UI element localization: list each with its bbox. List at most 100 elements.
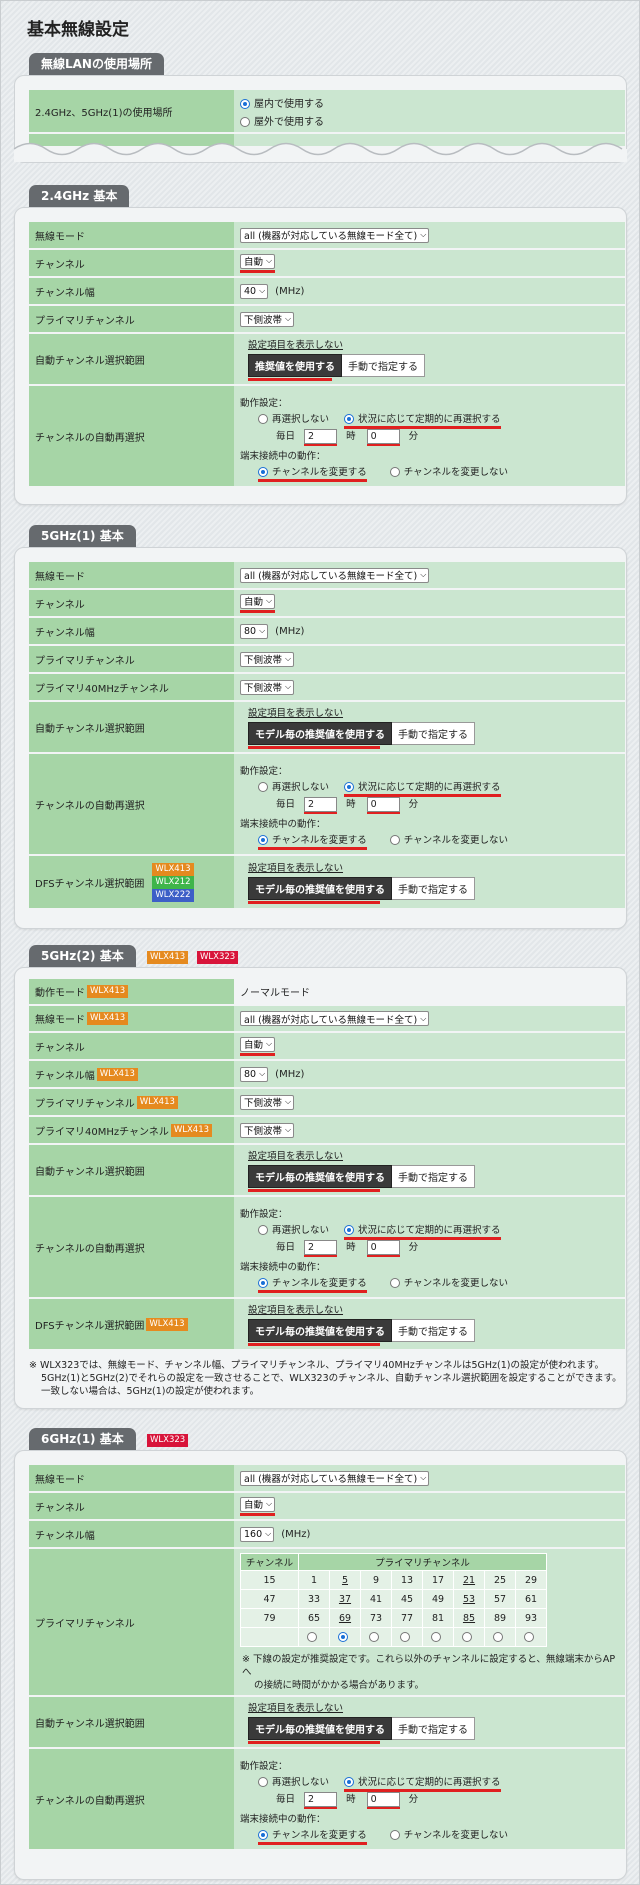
chevron-down-icon: ⌵ <box>266 1499 273 1508</box>
sec24-section: 無線モード all (機器が対応している無線モード全て) ⌵ チャンネル 自動 ⌵ … <box>14 207 627 505</box>
sec5b-primary40-select[interactable]: 下側波帯 ⌵ <box>240 1122 295 1138</box>
indoor-radio[interactable] <box>240 98 250 109</box>
sec24-channel-select[interactable]: 自動 ⌵ <box>240 253 276 269</box>
primary-radio-8[interactable] <box>524 1632 534 1642</box>
sec6-width-label: チャンネル幅 <box>29 1521 234 1547</box>
sec5a-hide-link[interactable]: 設定項目を表示しない <box>248 705 343 719</box>
chevron-down-icon: ⌵ <box>259 626 266 635</box>
sec5b-tab-badge-wlx413: WLX413 <box>147 951 189 964</box>
sec6-channel-select[interactable]: 自動 ⌵ <box>240 1496 276 1512</box>
sec5a-dfs-manual-button[interactable]: 手動で指定する <box>392 877 475 900</box>
primary-radio-1[interactable] <box>307 1632 317 1642</box>
sec5a-manual-button[interactable]: 手動で指定する <box>392 722 475 745</box>
sec5a-primary40-label: プライマリ40MHzチャンネル <box>29 674 234 700</box>
sec5a-dfs-model-recommended-button[interactable]: モデル毎の推奨値を使用する <box>248 877 392 900</box>
sec5b-periodic-radio[interactable] <box>344 1225 355 1235</box>
sec5b-dfs-model-recommended-button[interactable]: モデル毎の推奨値を使用する <box>248 1319 392 1342</box>
sec6-reselect-label: チャンネルの自動再選択 <box>29 1749 234 1849</box>
sec5a-width-select[interactable]: 80 ⌵ <box>240 623 269 639</box>
sec5b-section: 動作モード WLX413 ノーマルモード 無線モード WLX413 all (機器が… <box>14 967 627 1409</box>
sec5b-tab: 5GHz(2) 基本 <box>29 945 136 967</box>
sec5a-range-label: 自動チャンネル選択範囲 <box>29 702 234 752</box>
sec24-channel-label: チャンネル <box>29 250 234 276</box>
sec5a-no-reselect-radio[interactable] <box>258 782 268 792</box>
sec5a-primary-label: プライマリチャンネル <box>29 646 234 672</box>
sec6-manual-button[interactable]: 手動で指定する <box>392 1717 475 1740</box>
sec5b-hide-link[interactable]: 設定項目を表示しない <box>248 1148 343 1162</box>
sec5a-channel-select[interactable]: 自動 ⌵ <box>240 593 276 609</box>
sec5b-manual-button[interactable]: 手動で指定する <box>392 1165 475 1188</box>
sec24-hour-input[interactable]: 2 <box>304 428 338 444</box>
outdoor-radio[interactable] <box>240 116 250 127</box>
primary-radio-2[interactable] <box>338 1632 348 1642</box>
sec24-recommended-button[interactable]: 推奨値を使用する <box>248 354 342 377</box>
sec6-hide-link[interactable]: 設定項目を表示しない <box>248 1700 343 1714</box>
sec5b-range-label: 自動チャンネル選択範囲 <box>29 1145 234 1195</box>
chevron-down-icon: ⌵ <box>266 1039 273 1048</box>
sec24-manual-button[interactable]: 手動で指定する <box>342 354 425 377</box>
sec5b-mode-label: 無線モード <box>35 1015 85 1026</box>
sec24-min-input[interactable]: 0 <box>366 428 400 444</box>
sec24-width-row: チャンネル幅 40 ⌵ (MHz) <box>29 278 625 306</box>
sec5b-dfs-label: DFSチャンネル選択範囲 <box>35 1320 145 1332</box>
sec6-no-reselect-radio[interactable] <box>258 1777 268 1787</box>
sec5a-mode-select[interactable]: all (機器が対応している無線モード全て) ⌵ <box>240 567 430 583</box>
chevron-down-icon: ⌵ <box>285 654 292 663</box>
primary-radio-3[interactable] <box>369 1632 379 1642</box>
page: 基本無線設定 無線LANの使用場所 2.4GHz、5GHz(1)の使用場所 屋内… <box>0 0 640 1885</box>
sec5b-dfs-hide-link[interactable]: 設定項目を表示しない <box>248 1302 343 1316</box>
sec6-no-change-ch-radio[interactable] <box>389 1830 400 1840</box>
sec5b-mode-select[interactable]: all (機器が対応している無線モード全て) ⌵ <box>240 1011 430 1026</box>
sec5b-model-recommended-button[interactable]: モデル毎の推奨値を使用する <box>248 1165 392 1188</box>
chevron-down-icon: ⌵ <box>285 1125 292 1134</box>
sec6-channel-label: チャンネル <box>29 1493 234 1519</box>
sec5b-channel-select[interactable]: 自動 ⌵ <box>240 1036 276 1052</box>
sec24-hide-link[interactable]: 設定項目を表示しない <box>248 337 343 351</box>
sec5b-opmode-label: 動作モード <box>35 988 85 999</box>
sec5b-opmode-value: ノーマルモード <box>240 988 310 999</box>
sec5b-no-reselect-radio[interactable] <box>258 1225 268 1235</box>
sec5b-primary-select[interactable]: 下側波帯 ⌵ <box>240 1094 295 1110</box>
sec5a-model-recommended-button[interactable]: モデル毎の推奨値を使用する <box>248 722 392 745</box>
sec6-change-ch-radio[interactable] <box>258 1830 268 1840</box>
sec6-mode-select[interactable]: all (機器が対応している無線モード全て) ⌵ <box>240 1470 430 1486</box>
primary-radio-6[interactable] <box>462 1632 472 1642</box>
sec5a-periodic-radio[interactable] <box>344 782 355 792</box>
sec5b-hour-input[interactable]: 2 <box>304 1239 338 1255</box>
sec5a-section: 無線モード all (機器が対応している無線モード全て) ⌵ チャンネル 自動 ⌵ … <box>14 547 627 929</box>
sec5a-dfs-hide-link[interactable]: 設定項目を表示しない <box>248 860 343 874</box>
sec5a-width-label: チャンネル幅 <box>29 618 234 644</box>
primary-radio-5[interactable] <box>431 1632 441 1642</box>
sec24-no-change-ch-radio[interactable] <box>389 467 400 477</box>
chevron-down-icon: ⌵ <box>285 682 292 691</box>
sec5b-width-select[interactable]: 80 ⌵ <box>240 1066 269 1082</box>
sec5b-no-change-ch-radio[interactable] <box>389 1278 400 1288</box>
chevron-down-icon: ⌵ <box>285 1097 292 1106</box>
sec6-width-select[interactable]: 160 ⌵ <box>240 1526 275 1542</box>
primary-radio-7[interactable] <box>493 1632 503 1642</box>
badge-wlx413: WLX413 <box>152 862 194 876</box>
sec5a-mode-label: 無線モード <box>29 562 234 588</box>
sec6-hour-input[interactable]: 2 <box>304 1791 338 1807</box>
sec5b-min-input[interactable]: 0 <box>366 1239 400 1255</box>
sec6-periodic-radio[interactable] <box>344 1777 355 1787</box>
usage-section-tab: 無線LANの使用場所 <box>29 53 164 75</box>
sec24-periodic-radio[interactable] <box>344 414 355 424</box>
sec24-change-ch-radio[interactable] <box>258 467 268 477</box>
sec5a-change-ch-radio[interactable] <box>258 835 268 845</box>
sec24-mode-label: 無線モード <box>29 222 234 248</box>
sec5b-change-ch-radio[interactable] <box>258 1278 268 1288</box>
primary-radio-4[interactable] <box>400 1632 410 1642</box>
sec6-model-recommended-button[interactable]: モデル毎の推奨値を使用する <box>248 1717 392 1740</box>
sec5a-min-input[interactable]: 0 <box>366 796 400 812</box>
sec5b-dfs-manual-button[interactable]: 手動で指定する <box>392 1319 475 1342</box>
sec5a-primary40-select[interactable]: 下側波帯 ⌵ <box>240 679 295 695</box>
sec24-mode-select[interactable]: all (機器が対応している無線モード全て) ⌵ <box>240 227 430 243</box>
sec5a-hour-input[interactable]: 2 <box>304 796 338 812</box>
sec6-min-input[interactable]: 0 <box>366 1791 400 1807</box>
sec24-primary-select[interactable]: 下側波帯 ⌵ <box>240 311 295 327</box>
sec5a-no-change-ch-radio[interactable] <box>389 835 400 845</box>
sec24-no-reselect-radio[interactable] <box>258 414 268 424</box>
sec5a-primary-select[interactable]: 下側波帯 ⌵ <box>240 651 295 667</box>
sec24-width-select[interactable]: 40 ⌵ <box>240 283 269 299</box>
